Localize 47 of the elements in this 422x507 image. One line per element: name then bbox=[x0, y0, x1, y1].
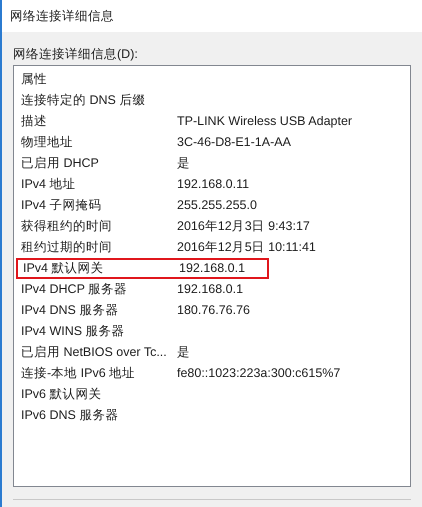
list-row[interactable]: 连接-本地 IPv6 地址 fe80::1023:223a:300:c615%7 bbox=[14, 363, 410, 384]
property-name: 物理地址 bbox=[21, 134, 74, 152]
list-row[interactable]: 连接特定的 DNS 后缀 bbox=[14, 90, 410, 111]
list-row[interactable]: IPv4 DNS 服务器 180.76.76.76 bbox=[14, 300, 410, 321]
property-name: IPv6 DNS 服务器 bbox=[21, 407, 120, 424]
property-name: IPv4 DNS 服务器 bbox=[21, 302, 120, 320]
property-value: 192.168.0.1 bbox=[177, 281, 244, 298]
property-name: 连接-本地 IPv6 地址 bbox=[21, 365, 136, 382]
list-row[interactable]: 物理地址 3C-46-D8-E1-1A-AA bbox=[14, 132, 410, 153]
list-row[interactable]: IPv4 DHCP 服务器 192.168.0.1 bbox=[14, 279, 410, 300]
list-row[interactable]: 租约过期的时间 2016年12月5日 10:11:41 bbox=[14, 237, 410, 258]
property-value: 255.255.255.0 bbox=[177, 197, 257, 214]
property-name: IPv4 子网掩码 bbox=[21, 197, 102, 214]
list-row[interactable]: 描述 TP-LINK Wireless USB Adapter bbox=[14, 111, 410, 132]
property-value: 180.76.76.76 bbox=[177, 302, 250, 320]
property-value: 3C-46-D8-E1-1A-AA bbox=[177, 134, 291, 152]
list-row[interactable]: IPv4 子网掩码 255.255.255.0 bbox=[14, 195, 410, 216]
property-name: 租约过期的时间 bbox=[21, 239, 113, 256]
property-value: 2016年12月3日 9:43:17 bbox=[177, 218, 310, 236]
list-label: 网络连接详细信息(D): bbox=[13, 46, 139, 63]
property-name: IPv4 WINS 服务器 bbox=[21, 323, 126, 340]
property-name: IPv4 地址 bbox=[21, 176, 76, 194]
list-row[interactable]: IPv4 WINS 服务器 bbox=[14, 321, 410, 342]
list-row[interactable]: 获得租约的时间 2016年12月3日 9:43:17 bbox=[14, 216, 410, 237]
property-name: 获得租约的时间 bbox=[21, 218, 113, 236]
list-row[interactable]: IPv4 地址 192.168.0.11 bbox=[14, 174, 410, 195]
property-name: IPv6 默认网关 bbox=[21, 386, 102, 404]
property-value: 是 bbox=[177, 155, 190, 172]
property-name: 已启用 NetBIOS over Tc... bbox=[21, 344, 168, 362]
property-name: IPv4 默认网关 bbox=[23, 260, 104, 278]
property-name: 已启用 DHCP bbox=[21, 155, 100, 172]
property-value: TP-LINK Wireless USB Adapter bbox=[177, 113, 352, 130]
property-value: 2016年12月5日 10:11:41 bbox=[177, 239, 316, 256]
list-row[interactable]: IPv6 默认网关 bbox=[14, 384, 410, 405]
property-name: IPv4 DHCP 服务器 bbox=[21, 281, 128, 298]
list-row[interactable]: IPv6 DNS 服务器 bbox=[14, 405, 410, 426]
property-name: 描述 bbox=[21, 113, 48, 130]
property-value: 是 bbox=[177, 344, 190, 362]
list-row[interactable]: IPv4 默认网关 192.168.0.1 bbox=[16, 258, 269, 279]
column-header[interactable]: 属性 bbox=[21, 70, 177, 89]
property-value: 192.168.0.1 bbox=[179, 260, 246, 278]
property-value: 192.168.0.11 bbox=[177, 176, 250, 194]
list-row[interactable]: 已启用 NetBIOS over Tc... 是 bbox=[14, 342, 410, 363]
list-row[interactable]: 已启用 DHCP 是 bbox=[14, 153, 410, 174]
property-value: fe80::1023:223a:300:c615%7 bbox=[177, 365, 340, 382]
property-name: 连接特定的 DNS 后缀 bbox=[21, 92, 146, 110]
window-title: 网络连接详细信息 bbox=[10, 8, 114, 25]
